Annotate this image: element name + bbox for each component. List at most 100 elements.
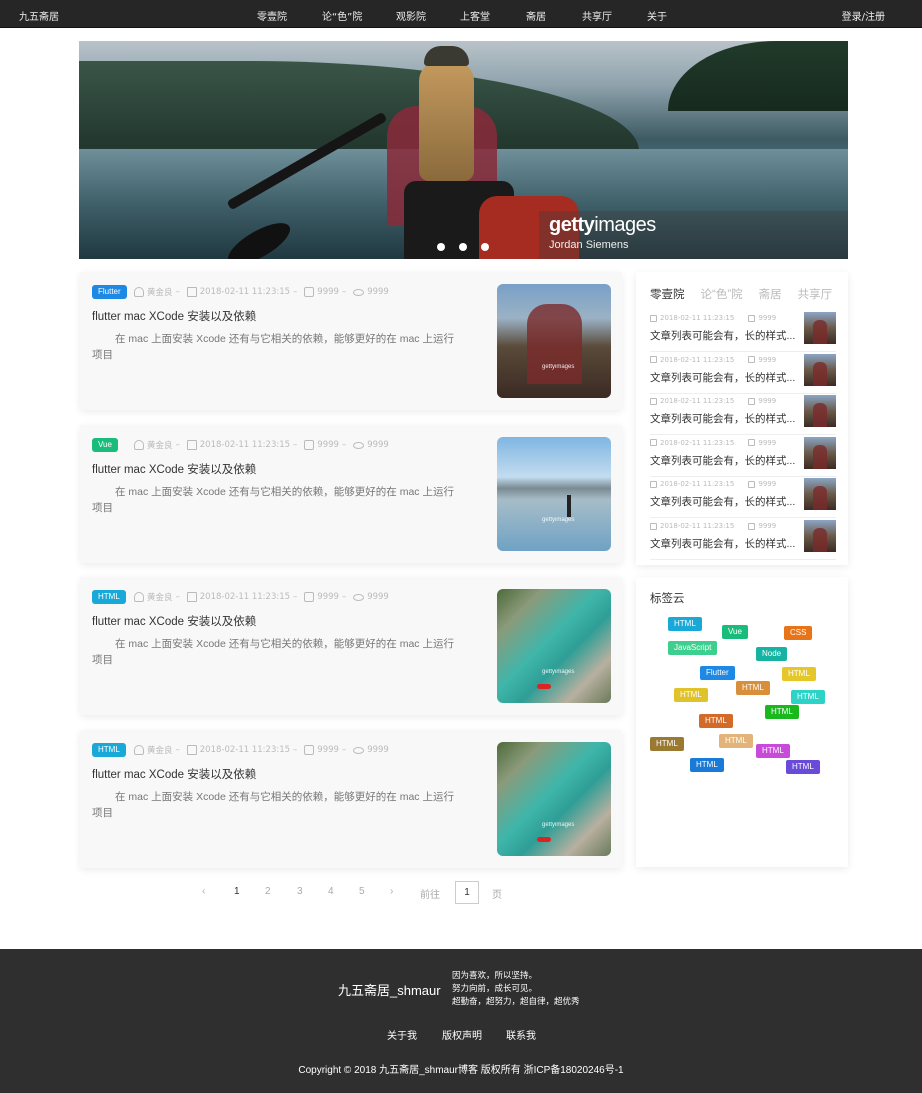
site-brand[interactable]: 九五斋居 (19, 8, 59, 23)
article-card[interactable]: HTML 黄金良 – 2018-02-11 11:23:15 – 9999 – … (80, 577, 622, 715)
tag-cloud-item[interactable]: Vue (722, 625, 748, 639)
top-navbar: 九五斋居 零壹院 论“色”院 观影院 上客堂 斋居 共享厅 关于 登录/注册 (0, 0, 922, 28)
tag-cloud-item[interactable]: CSS (784, 626, 813, 640)
sidebar-item-thumbnail[interactable] (804, 520, 836, 552)
tag-cloud-item[interactable]: Flutter (700, 666, 735, 680)
sidebar-item-count: 9999 (758, 314, 777, 322)
sidebar-list-item[interactable]: 2018-02-11 11:23:15 9999 文章列表可能会有，长的样式..… (650, 518, 836, 560)
sidebar-tab-lunseyuan[interactable]: 论“色”院 (701, 286, 743, 302)
article-thumbnail[interactable]: gettyimages (497, 437, 611, 551)
tag-cloud-item[interactable]: HTML (699, 714, 733, 728)
article-title[interactable]: flutter mac XCode 安装以及依赖 (92, 766, 256, 782)
article-views: 9999 (367, 592, 389, 602)
nav-item-about[interactable]: 关于 (647, 8, 667, 23)
tag-cloud-item[interactable]: HTML (650, 737, 684, 751)
tag-cloud-item[interactable]: HTML (791, 690, 825, 704)
sidebar-item-count: 9999 (758, 522, 777, 530)
article-tag[interactable]: HTML (92, 590, 126, 604)
page-number[interactable]: 4 (328, 886, 334, 897)
site-footer: 九五斋居_shmaur 因为喜欢，所以坚持。 努力向前，成长可见。 超勤奋，超努… (0, 949, 922, 1093)
nav-item-guanyingyuan[interactable]: 观影院 (396, 8, 426, 23)
tag-cloud-item[interactable]: JavaScript (668, 641, 718, 655)
pagination: ‹ 1 2 3 4 5 › 前往 1 页 (0, 881, 922, 905)
tag-cloud-item[interactable]: HTML (736, 681, 770, 695)
article-author[interactable]: 黄金良 (147, 439, 173, 451)
footer-link-copyright[interactable]: 版权声明 (442, 1027, 482, 1042)
page-number[interactable]: 1 (234, 886, 240, 897)
article-title[interactable]: flutter mac XCode 安装以及依赖 (92, 613, 256, 629)
sidebar-item-thumbnail[interactable] (804, 353, 836, 386)
article-title[interactable]: flutter mac XCode 安装以及依赖 (92, 461, 256, 477)
sidebar-list-item[interactable]: 2018-02-11 11:23:15 9999 文章列表可能会有，长的样式..… (650, 476, 836, 519)
sidebar-item-count: 9999 (758, 438, 777, 447)
sidebar-list-item[interactable]: 2018-02-11 11:23:15 9999 文章列表可能会有，长的样式..… (650, 435, 836, 477)
sidebar-item-thumbnail[interactable] (804, 312, 836, 344)
next-page-icon[interactable]: › (390, 886, 393, 897)
article-thumbnail[interactable]: gettyimages (497, 284, 611, 398)
comment-icon (748, 480, 756, 488)
sidebar-item-title[interactable]: 文章列表可能会有，长的样式... (650, 370, 795, 385)
article-card[interactable]: Vue 黄金良 – 2018-02-11 11:23:15 – 9999 – 9… (80, 425, 622, 563)
article-tag[interactable]: Vue (92, 438, 118, 452)
sidebar-list-item[interactable]: 2018-02-11 11:23:15 9999 文章列表可能会有，长的样式..… (650, 393, 836, 436)
sidebar-item-title[interactable]: 文章列表可能会有，长的样式... (650, 494, 795, 509)
sidebar-item-thumbnail[interactable] (804, 436, 836, 469)
sidebar-list-item[interactable]: 2018-02-11 11:23:15 9999 文章列表可能会有，长的样式..… (650, 352, 836, 394)
article-summary: 在 mac 上面安装 Xcode 还有与它相关的依赖，能够更好的在 mac 上运… (92, 791, 454, 819)
sidebar-tab-zhaiju[interactable]: 斋居 (759, 286, 782, 302)
nav-item-gongxiangting[interactable]: 共享厅 (582, 8, 612, 23)
footer-link-contact[interactable]: 联系我 (506, 1027, 536, 1042)
article-views: 9999 (367, 287, 389, 297)
article-title[interactable]: flutter mac XCode 安装以及依赖 (92, 308, 256, 324)
login-register-link[interactable]: 登录/注册 (842, 8, 885, 23)
article-author[interactable]: 黄金良 (147, 591, 173, 603)
article-author[interactable]: 黄金良 (147, 744, 173, 756)
sidebar-item-meta: 2018-02-11 11:23:15 9999 (650, 522, 776, 530)
article-author[interactable]: 黄金良 (147, 286, 173, 298)
page-number[interactable]: 2 (265, 886, 271, 897)
sidebar-tab-gongxiangting[interactable]: 共享厅 (798, 286, 833, 302)
calendar-icon (650, 480, 657, 488)
tag-cloud-item[interactable]: HTML (756, 744, 790, 758)
page-number[interactable]: 3 (297, 886, 303, 897)
article-card[interactable]: Flutter 黄金良 – 2018-02-11 11:23:15 – 9999… (80, 272, 622, 410)
article-tag[interactable]: HTML (92, 743, 126, 757)
sidebar-item-title[interactable]: 文章列表可能会有，长的样式... (650, 536, 795, 551)
article-thumbnail[interactable]: gettyimages (497, 742, 611, 856)
sidebar-list-item[interactable]: 2018-02-11 11:23:15 9999 文章列表可能会有，长的样式..… (650, 310, 836, 352)
carousel-dot[interactable] (437, 243, 445, 251)
carousel-dot[interactable] (481, 243, 489, 251)
comment-icon (748, 356, 756, 364)
article-tag[interactable]: Flutter (92, 285, 127, 299)
article-date: 2018-02-11 11:23:15 (199, 592, 291, 602)
sidebar-item-title[interactable]: 文章列表可能会有，长的样式... (650, 453, 795, 468)
nav-item-zhaiju[interactable]: 斋居 (526, 8, 546, 23)
tag-cloud-item[interactable]: HTML (674, 688, 708, 702)
footer-link-about-me[interactable]: 关于我 (387, 1027, 417, 1042)
sidebar-item-thumbnail[interactable] (804, 395, 836, 428)
tag-cloud-item[interactable]: HTML (719, 734, 753, 748)
nav-item-lunseyuan[interactable]: 论“色”院 (322, 8, 362, 23)
sidebar-item-title[interactable]: 文章列表可能会有，长的样式... (650, 328, 795, 343)
nav-item-shangketang[interactable]: 上客堂 (460, 8, 490, 23)
tag-cloud-item[interactable]: HTML (668, 617, 702, 631)
article-card[interactable]: HTML 黄金良 – 2018-02-11 11:23:15 – 9999 – … (80, 730, 622, 868)
sidebar-item-meta: 2018-02-11 11:23:15 9999 (650, 439, 776, 447)
article-thumbnail[interactable]: gettyimages (497, 589, 611, 703)
tag-cloud-item[interactable]: HTML (765, 705, 799, 719)
tag-cloud-item[interactable]: HTML (782, 667, 816, 681)
goto-page-input[interactable]: 1 (455, 881, 479, 904)
sidebar-tab-lingyiyuan[interactable]: 零壹院 (650, 286, 685, 302)
carousel-dot[interactable] (459, 243, 467, 251)
tag-cloud-item[interactable]: HTML (786, 760, 820, 774)
banner-watermark-credit: Jordan Siemens (549, 239, 629, 251)
sidebar-item-title[interactable]: 文章列表可能会有，长的样式... (650, 411, 795, 426)
banner-carousel[interactable]: gettyimages Jordan Siemens (79, 41, 848, 259)
tag-cloud-item[interactable]: HTML (690, 758, 724, 772)
page-number[interactable]: 5 (359, 886, 365, 897)
nav-item-lingyiyuan[interactable]: 零壹院 (257, 8, 287, 23)
prev-page-icon[interactable]: ‹ (202, 886, 205, 897)
sidebar-item-thumbnail[interactable] (804, 478, 836, 511)
sidebar-item-date: 2018-02-11 11:23:15 (660, 397, 735, 406)
tag-cloud-item[interactable]: Node (756, 647, 788, 661)
